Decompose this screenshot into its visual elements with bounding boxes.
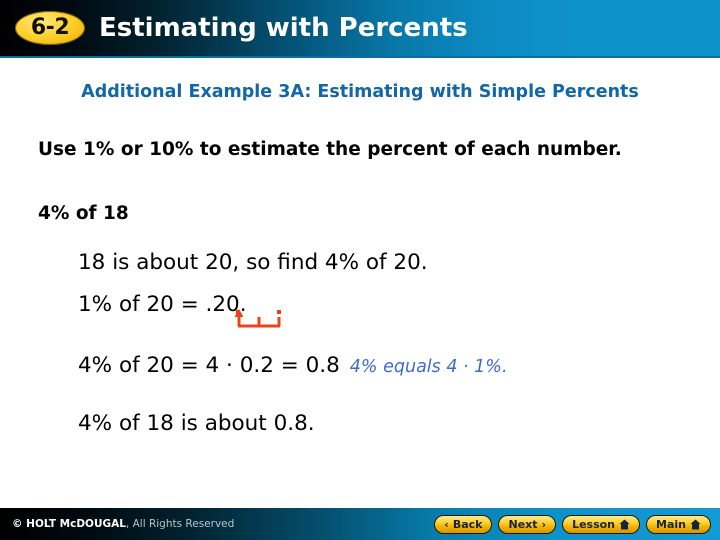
navigation-buttons: ‹ Back Next › Lesson Main [434,514,711,534]
lesson-button-label: Lesson [572,517,616,531]
decimal-dot-right-icon [277,310,281,314]
back-button[interactable]: ‹ Back [434,514,493,534]
page-title: Estimating with Percents [99,13,468,43]
next-button[interactable]: Next › [498,514,557,534]
home-icon [619,518,630,530]
main-button-label: Main [656,517,686,531]
chevron-left-icon: ‹ [444,517,449,531]
solution-step-1: 18 is about 20, so find 4% of 20. [78,250,428,275]
main-button[interactable]: Main [646,514,711,534]
solution-step-3-note: 4% equals 4 · 1%. [349,357,508,377]
solution-final-answer: 4% of 18 is about 0.8. [78,411,315,436]
solution-step-3-text: 4% of 20 = 4 · 0.2 = 0.8 [78,353,340,378]
example-subtitle: Additional Example 3A: Estimating with S… [81,82,639,102]
lesson-button[interactable]: Lesson [562,514,641,534]
instruction-text: Use 1% or 10% to estimate the percent of… [38,139,622,160]
slide-footer: © HOLT McDOUGAL, All Rights Reserved ‹ B… [0,508,720,540]
chevron-right-icon: › [541,517,547,531]
copyright-rights: , All Rights Reserved [125,518,235,530]
copyright-brand: © HOLT McDOUGAL [12,518,126,530]
solution-step-3: 4% of 20 = 4 · 0.2 = 0.8 4% equals 4 · 1%… [78,353,508,378]
copyright-notice: © HOLT McDOUGAL, All Rights Reserved [12,518,234,530]
home-icon [690,518,701,530]
lesson-number-text: 6-2 [30,15,70,40]
next-button-label: Next [508,517,538,531]
solution-step-2: 1% of 20 = .20. [78,292,247,317]
slide-header: 6-2 Estimating with Percents [0,0,720,58]
problem-statement: 4% of 18 [38,203,129,224]
back-button-label: Back [452,517,483,531]
slide-body: Additional Example 3A: Estimating with S… [0,58,720,508]
lesson-number-badge: 6-2 [15,11,85,45]
